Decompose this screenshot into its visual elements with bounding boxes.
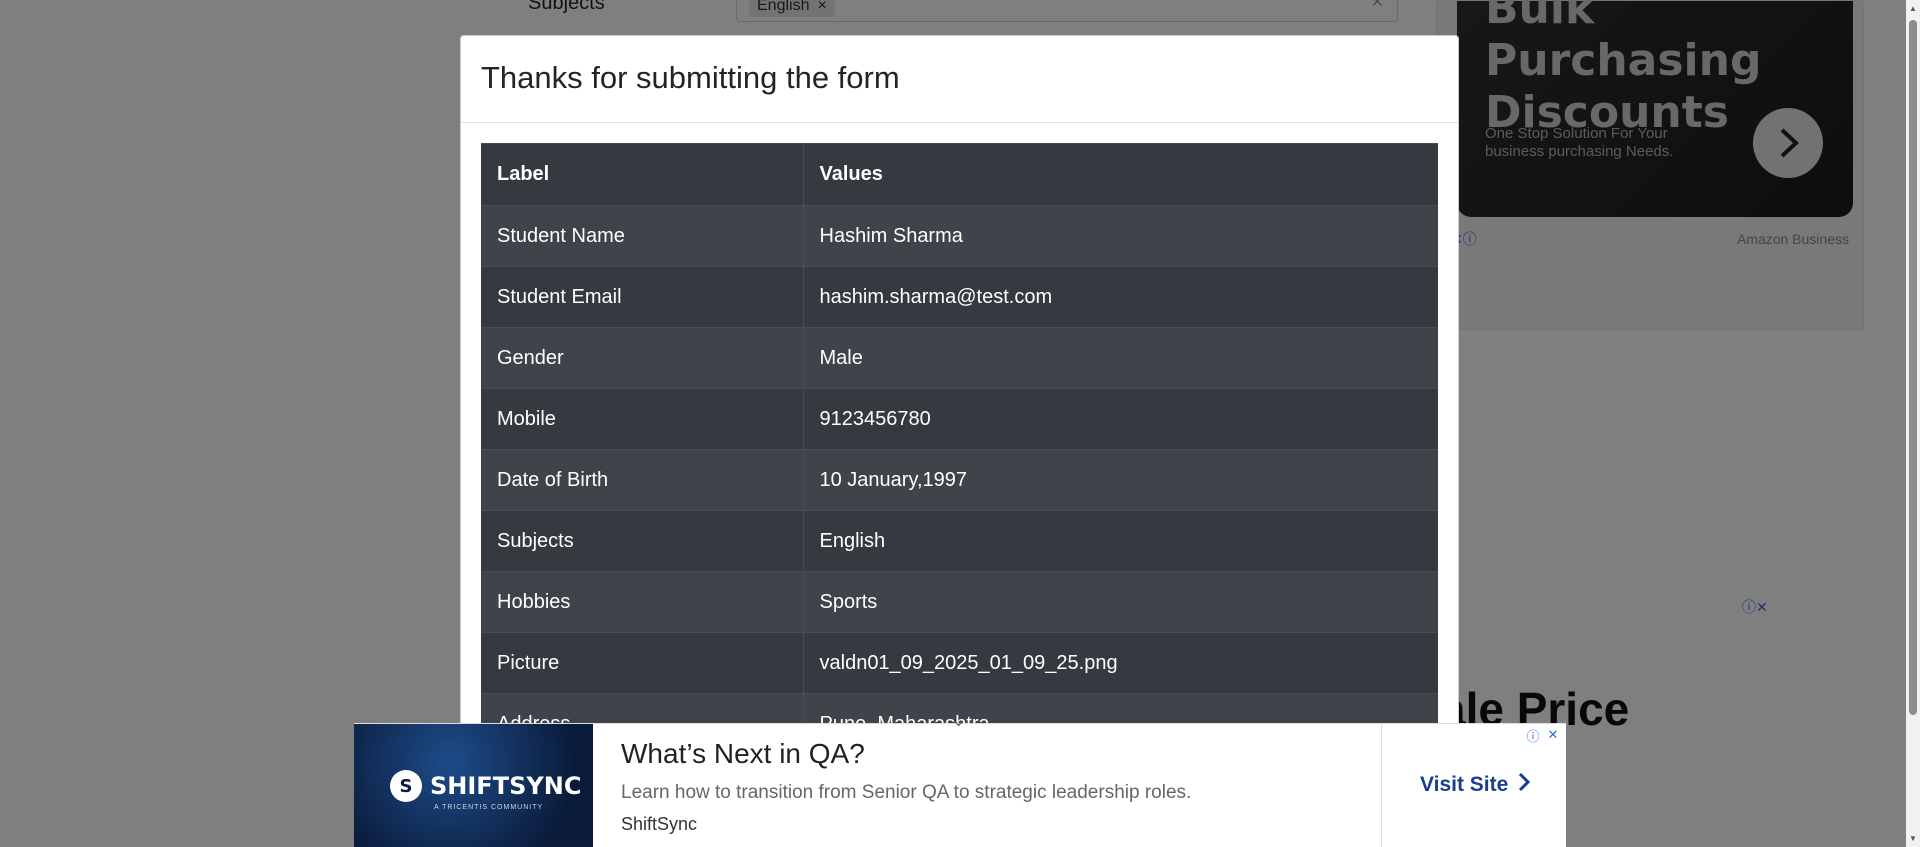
shiftsync-logo-text: SHIFTSYNC [430, 772, 582, 800]
ad-title[interactable]: What’s Next in QA? [621, 738, 865, 770]
collapse-ad-icon[interactable]: ⌄ [952, 711, 965, 731]
table-row: Student Name Hashim Sharma [481, 205, 1438, 267]
ad-image[interactable]: S SHIFTSYNC A TRICENTIS COMMUNITY [354, 724, 593, 847]
table-row: Hobbies Sports [481, 571, 1438, 633]
row-label: Student Name [481, 205, 804, 267]
results-table: Label Values Student Name Hashim Sharma … [481, 143, 1438, 755]
row-value: valdn01_09_2025_01_09_25.png [803, 632, 1438, 694]
row-value: hashim.sharma@test.com [803, 266, 1438, 328]
modal-title: Thanks for submitting the form [481, 60, 900, 95]
row-value: 9123456780 [803, 388, 1438, 450]
bottom-ad-banner[interactable]: ⌄ S SHIFTSYNC A TRICENTIS COMMUNITY What… [354, 713, 1566, 847]
modal-body: Label Values Student Name Hashim Sharma … [461, 123, 1458, 775]
visit-site-button[interactable]: Visit Site [1420, 772, 1531, 798]
row-label: Gender [481, 327, 804, 389]
logo-subtitle: A TRICENTIS COMMUNITY [434, 804, 544, 811]
ad-divider [1381, 724, 1382, 847]
table-header-row: Label Values [481, 143, 1438, 206]
ad-info-icon[interactable]: ⓘ [1524, 726, 1542, 744]
table-row: Gender Male [481, 327, 1438, 389]
row-label: Date of Birth [481, 449, 804, 511]
table-row: Subjects English [481, 510, 1438, 572]
table-row: Picture valdn01_09_2025_01_09_25.png [481, 632, 1438, 694]
shiftsync-logo-mark: S [390, 770, 422, 802]
row-label: Hobbies [481, 571, 804, 633]
header-label: Label [481, 143, 804, 206]
row-label: Mobile [481, 388, 804, 450]
row-value: Sports [803, 571, 1438, 633]
row-label: Picture [481, 632, 804, 694]
row-value: English [803, 510, 1438, 572]
row-value: Hashim Sharma [803, 205, 1438, 267]
ad-controls: ⓘ ✕ [1524, 726, 1562, 744]
visit-site-label: Visit Site [1420, 773, 1509, 796]
chevron-right-icon [1518, 772, 1531, 798]
scroll-up-icon[interactable]: ▲ [1909, 4, 1917, 13]
row-value: 10 January,1997 [803, 449, 1438, 511]
ad-brand-name: ShiftSync [621, 814, 698, 834]
row-label: Student Email [481, 266, 804, 328]
header-values: Values [803, 143, 1438, 206]
close-icon[interactable]: ✕ [1544, 726, 1562, 744]
shiftsync-logo: S SHIFTSYNC [390, 770, 581, 802]
ad-description: Learn how to transition from Senior QA t… [621, 782, 1192, 803]
scroll-down-icon[interactable]: ▼ [1909, 834, 1917, 843]
table-row: Mobile 9123456780 [481, 388, 1438, 450]
table-row: Date of Birth 10 January,1997 [481, 449, 1438, 511]
row-label: Subjects [481, 510, 804, 572]
table-row: Student Email hashim.sharma@test.com [481, 266, 1438, 328]
scroll-thumb[interactable] [1909, 20, 1917, 715]
row-value: Male [803, 327, 1438, 389]
page-scrollbar[interactable]: ▲ ▼ [1906, 0, 1920, 847]
modal-header: Thanks for submitting the form [461, 36, 1458, 123]
